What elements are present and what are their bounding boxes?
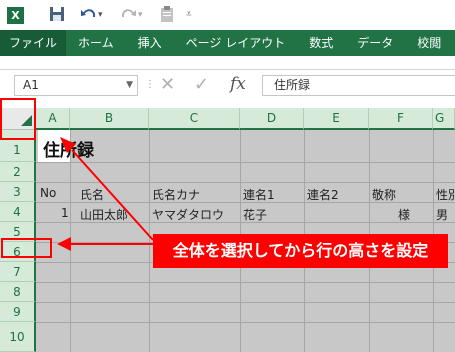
formula-input[interactable]: 住所録 — [262, 75, 455, 96]
tab-data[interactable]: データ — [345, 30, 405, 56]
column-header-b[interactable]: B — [70, 108, 149, 130]
cell-g4[interactable]: 男 — [433, 206, 448, 223]
sheet-title-cell[interactable]: 住所録 — [40, 136, 94, 161]
enter-icon[interactable]: ✓ — [194, 74, 209, 96]
tab-formulas[interactable]: 数式 — [297, 30, 345, 56]
tab-insert[interactable]: 挿入 — [126, 30, 174, 56]
row-header-3[interactable]: 3 — [0, 182, 36, 202]
redo-icon[interactable] — [119, 6, 137, 24]
cell-c4[interactable]: ヤマダタロウ — [149, 206, 224, 223]
cell-f3[interactable]: 敬称 — [369, 186, 396, 203]
paste-icon[interactable] — [160, 6, 174, 24]
cell-b3[interactable]: 氏名 — [77, 186, 104, 203]
tab-page-layout[interactable]: ページ レイアウト — [174, 30, 298, 56]
column-header-d[interactable]: D — [240, 108, 304, 130]
annotation-note: 全体を選択してから行の高さを設定 — [153, 234, 448, 268]
undo-icon[interactable] — [80, 6, 98, 24]
name-box[interactable]: A1 ▼ — [14, 75, 138, 96]
gridline — [149, 130, 150, 352]
cancel-icon[interactable]: ✕ — [160, 74, 175, 96]
excel-logo-icon: X — [7, 7, 24, 24]
row-header-10[interactable]: 10 — [0, 322, 36, 352]
cell-d3[interactable]: 連名1 — [240, 186, 275, 203]
cell-c3[interactable]: 氏名カナ — [149, 186, 200, 203]
undo-dropdown-icon[interactable]: ▾ — [98, 6, 103, 24]
gridline — [36, 302, 455, 303]
cell-f4[interactable]: 様 — [395, 206, 410, 223]
customize-toolbar-icon[interactable]: ⩡ — [186, 6, 192, 24]
row-header-2[interactable]: 2 — [0, 162, 36, 182]
name-box-value: A1 — [23, 78, 39, 92]
name-box-dropdown-icon[interactable]: ▼ — [126, 76, 133, 95]
column-header-f[interactable]: F — [369, 108, 433, 130]
gridline — [36, 282, 455, 283]
cell-e3[interactable]: 連名2 — [304, 186, 339, 203]
row-header-9[interactable]: 9 — [0, 302, 36, 322]
tab-file[interactable]: ファイル — [0, 30, 67, 56]
quick-access-toolbar: X ▾ ▾ ⩡ — [0, 0, 455, 30]
ribbon-tabs: ファイル ホーム 挿入 ページ レイアウト 数式 データ 校閲 — [0, 30, 455, 56]
formula-bar-grip-icon[interactable]: ⋮ — [145, 79, 155, 90]
row-header-7[interactable]: 7 — [0, 262, 36, 282]
insert-function-icon[interactable]: fx — [230, 74, 246, 94]
worksheet-grid[interactable]: A B C D E F G 1 2 3 4 5 6 7 8 9 10 住所録 N… — [0, 108, 455, 352]
save-icon[interactable] — [49, 6, 65, 24]
gridline — [36, 162, 455, 163]
ribbon-body — [0, 56, 455, 70]
gridline — [36, 182, 455, 183]
tab-home[interactable]: ホーム — [66, 30, 126, 56]
column-header-a[interactable]: A — [36, 108, 70, 130]
cell-g3[interactable]: 性別 — [433, 186, 455, 203]
cell-b4[interactable]: 山田太郎 — [77, 206, 128, 223]
cell-d4[interactable]: 花子 — [240, 206, 267, 223]
gridline — [36, 322, 455, 323]
column-header-g[interactable]: G — [433, 108, 455, 130]
row-header-4[interactable]: 4 — [0, 202, 36, 222]
cell-a3[interactable]: No — [37, 186, 56, 200]
cell-a4[interactable]: 1 — [58, 206, 69, 220]
gridline — [70, 130, 71, 352]
column-header-e[interactable]: E — [304, 108, 369, 130]
select-all-highlight-box — [0, 98, 36, 140]
formula-bar: A1 ▼ ⋮ ✕ ✓ fx 住所録 — [0, 70, 455, 100]
row-boundary-highlight-box — [1, 238, 52, 258]
column-header-c[interactable]: C — [149, 108, 240, 130]
tab-review[interactable]: 校閲 — [405, 30, 453, 56]
row-header-8[interactable]: 8 — [0, 282, 36, 302]
redo-dropdown-icon[interactable]: ▾ — [138, 6, 143, 24]
